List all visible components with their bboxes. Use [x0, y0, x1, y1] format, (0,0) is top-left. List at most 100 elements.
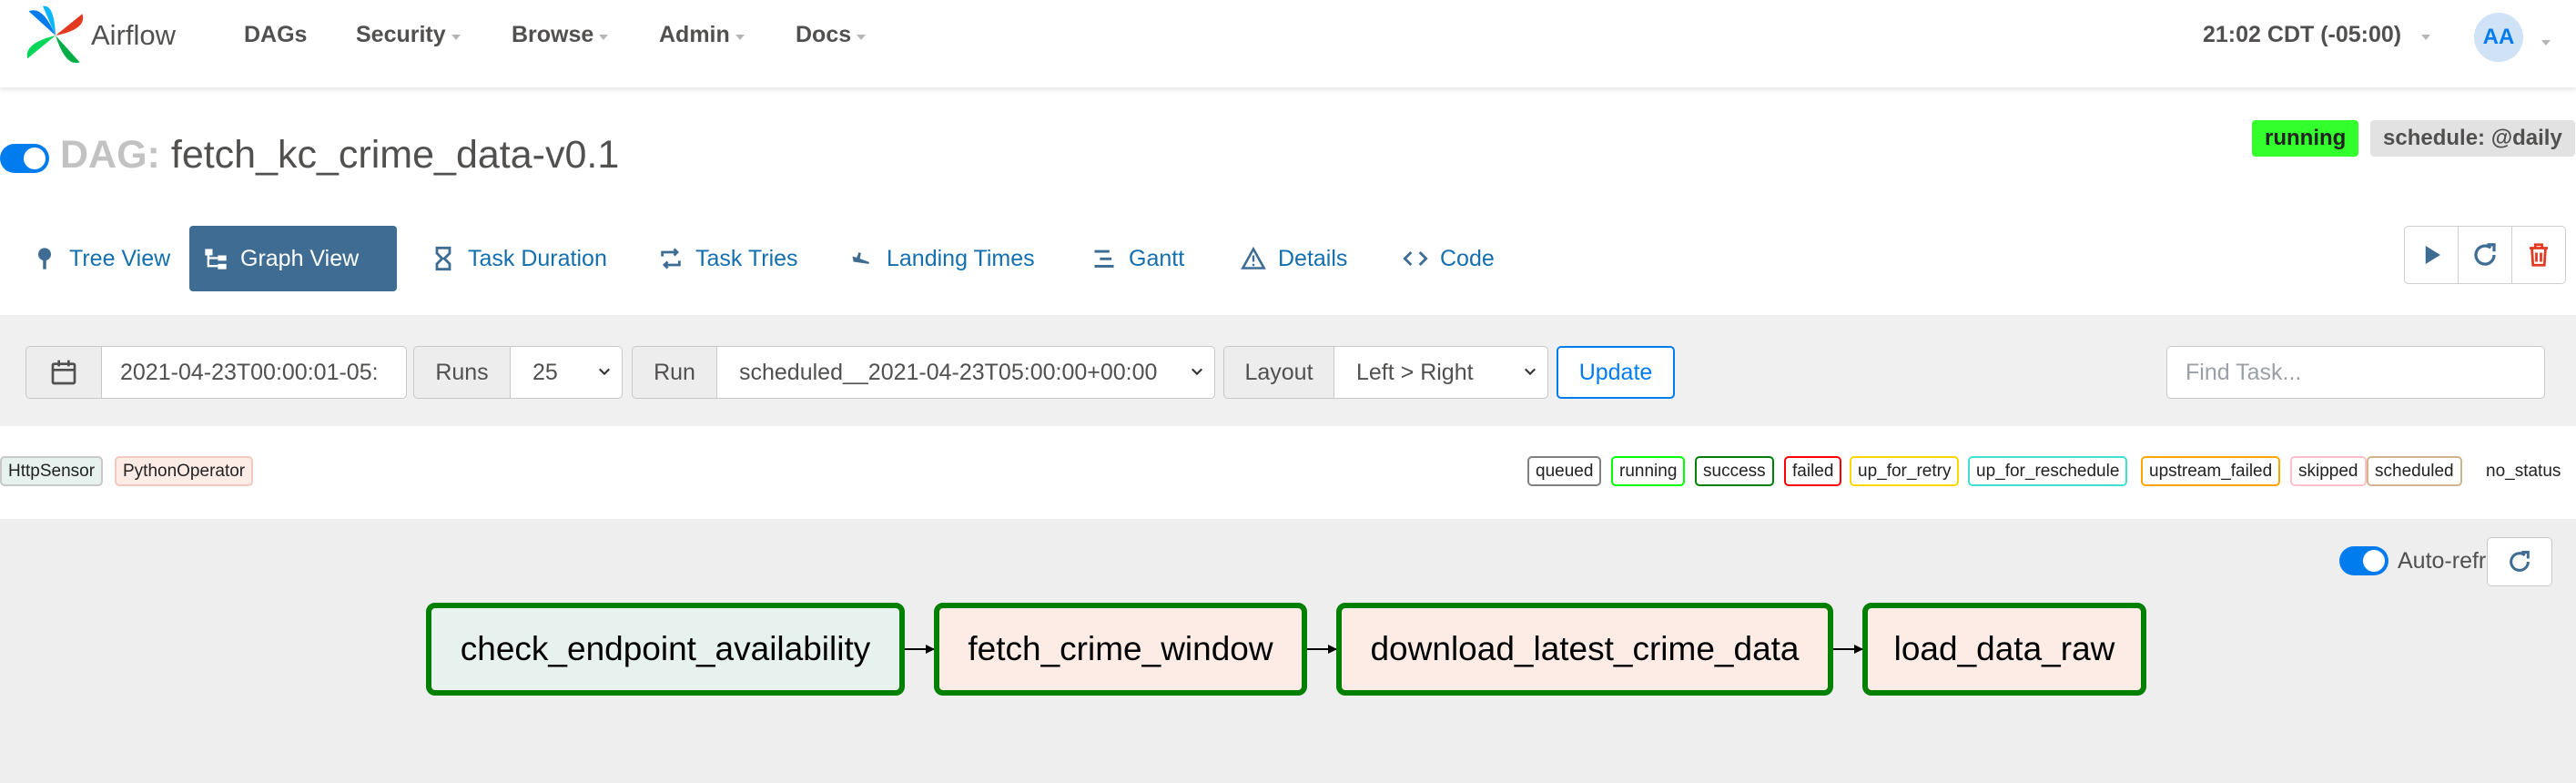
find-task-input[interactable]: Find Task... [2166, 346, 2545, 399]
tab-details[interactable]: Details [1227, 226, 1360, 291]
dag-pause-toggle[interactable] [0, 144, 49, 173]
state-legend-running: running [1611, 456, 1686, 486]
user-avatar[interactable]: AA [2474, 13, 2523, 62]
timezone-clock[interactable]: 21:02 CDT (-05:00) [2203, 22, 2431, 48]
caret-down-icon [857, 34, 867, 40]
play-icon [2425, 246, 2440, 264]
tab-tree-view-label: Tree View [69, 245, 171, 271]
update-button[interactable]: Update [1557, 346, 1675, 399]
dag-actions [2404, 226, 2566, 284]
tab-task-tries[interactable]: Task Tries [644, 226, 811, 291]
dag-state-badge: running [2252, 120, 2359, 157]
tab-code-label: Code [1440, 245, 1495, 271]
caret-down-icon [451, 34, 461, 40]
hourglass-icon [430, 245, 457, 272]
run-select-value: scheduled__2021-04-23T05:00:00+00:00 [739, 359, 1158, 385]
base-date-input[interactable]: 2021-04-23T00:00:01-05: [101, 346, 407, 399]
refresh-icon [2474, 243, 2496, 266]
layout-select[interactable]: Left > Right [1334, 346, 1548, 399]
layout-select-value: Left > Right [1356, 359, 1474, 385]
state-legend-up-for-reschedule: up_for_reschedule [1968, 456, 2128, 486]
gantt-icon [1090, 245, 1118, 272]
tab-details-label: Details [1278, 245, 1348, 271]
run-select[interactable]: scheduled__2021-04-23T05:00:00+00:00 [716, 346, 1215, 399]
tab-code[interactable]: Code [1389, 226, 1507, 291]
layout-label: Layout [1223, 346, 1334, 399]
tab-gantt-label: Gantt [1129, 245, 1185, 271]
nav-browse-label: Browse [512, 22, 594, 47]
task-node-label: download_latest_crime_data [1370, 630, 1800, 667]
state-legend-upstream-failed: upstream_failed [2141, 456, 2281, 486]
calendar-button[interactable] [25, 346, 102, 399]
code-icon [1402, 245, 1429, 272]
schedule-badge: schedule: @daily [2370, 120, 2575, 157]
tab-landing-times[interactable]: Landing Times [836, 226, 1048, 291]
task-node-check-endpoint-availability[interactable]: check_endpoint_availability [426, 603, 905, 696]
nav-dags[interactable]: DAGs [244, 22, 307, 48]
caret-down-icon [2421, 34, 2431, 40]
state-legend-failed: failed [1784, 456, 1842, 486]
trash-icon [2530, 243, 2548, 267]
task-node-label: fetch_crime_window [968, 630, 1273, 667]
chevron-down-icon [1192, 368, 1202, 376]
nav-docs[interactable]: Docs [796, 22, 867, 48]
tab-task-tries-label: Task Tries [695, 245, 798, 271]
tree-icon [31, 245, 58, 272]
auto-refresh-toggle[interactable] [2339, 546, 2388, 575]
dag-title-name: fetch_kc_crime_data-v0.1 [170, 133, 620, 177]
state-legend-queued: queued [1527, 456, 1602, 486]
calendar-icon [51, 360, 76, 385]
tab-graph-view-label: Graph View [240, 245, 360, 271]
brand-name: Airflow [91, 19, 177, 51]
nav-docs-label: Docs [796, 22, 852, 47]
runs-label: Runs [413, 346, 511, 399]
nav-security-label: Security [356, 22, 446, 47]
delete-dag-button[interactable] [2511, 226, 2566, 284]
state-legend-up-for-retry: up_for_retry [1850, 456, 1960, 486]
chevron-down-icon [599, 368, 610, 376]
state-legend-no-status: no_status [2486, 461, 2561, 481]
plane-landing-icon [848, 245, 876, 272]
graph-icon [202, 245, 229, 272]
caret-down-icon [735, 34, 745, 40]
caret-down-icon [2541, 40, 2551, 46]
state-legend-success: success [1695, 456, 1774, 486]
task-node-label: load_data_raw [1893, 630, 2115, 667]
tab-task-duration[interactable]: Task Duration [417, 226, 620, 291]
clock-label: 21:02 CDT (-05:00) [2203, 22, 2402, 47]
graph-refresh-button[interactable] [2487, 537, 2552, 586]
state-legend-scheduled: scheduled [2367, 456, 2462, 486]
airflow-logo-icon [26, 5, 84, 64]
run-label: Run [632, 346, 717, 399]
tab-landing-times-label: Landing Times [887, 245, 1035, 271]
retry-icon [657, 245, 685, 272]
nav-dags-label: DAGs [244, 22, 308, 47]
task-node-label: check_endpoint_availability [460, 630, 871, 667]
brand-link[interactable]: Airflow [24, 4, 176, 67]
task-node-load-data-raw[interactable]: load_data_raw [1862, 603, 2146, 696]
runs-select[interactable]: 25 [510, 346, 623, 399]
top-navbar: Airflow DAGs Security Browse Admin Docs … [0, 0, 2576, 87]
tab-gantt[interactable]: Gantt [1078, 226, 1197, 291]
dag-title-prefix: DAG: [60, 133, 160, 177]
nav-admin[interactable]: Admin [659, 22, 745, 48]
caret-down-icon [599, 34, 609, 40]
tab-graph-view[interactable]: Graph View [189, 226, 397, 291]
nav-admin-label: Admin [659, 22, 730, 47]
tab-task-duration-label: Task Duration [468, 245, 607, 271]
nav-browse[interactable]: Browse [512, 22, 609, 48]
operator-legend-pythonoperator: PythonOperator [115, 456, 254, 486]
nav-security[interactable]: Security [356, 22, 461, 48]
page-title: DAG: fetch_kc_crime_data-v0.1 [60, 133, 619, 178]
task-node-download-latest-crime-data[interactable]: download_latest_crime_data [1336, 603, 1833, 696]
runs-select-value: 25 [532, 359, 558, 385]
tab-tree-view[interactable]: Tree View [18, 226, 183, 291]
trigger-dag-button[interactable] [2404, 226, 2459, 284]
warning-triangle-icon [1240, 245, 1267, 272]
refresh-dag-button[interactable] [2458, 226, 2512, 284]
refresh-icon [2510, 550, 2530, 572]
task-node-fetch-crime-window[interactable]: fetch_crime_window [934, 603, 1307, 696]
operator-legend-httpsensor: HttpSensor [0, 456, 104, 486]
base-date-value: 2021-04-23T00:00:01-05: [120, 359, 379, 385]
chevron-down-icon [1525, 368, 1536, 376]
